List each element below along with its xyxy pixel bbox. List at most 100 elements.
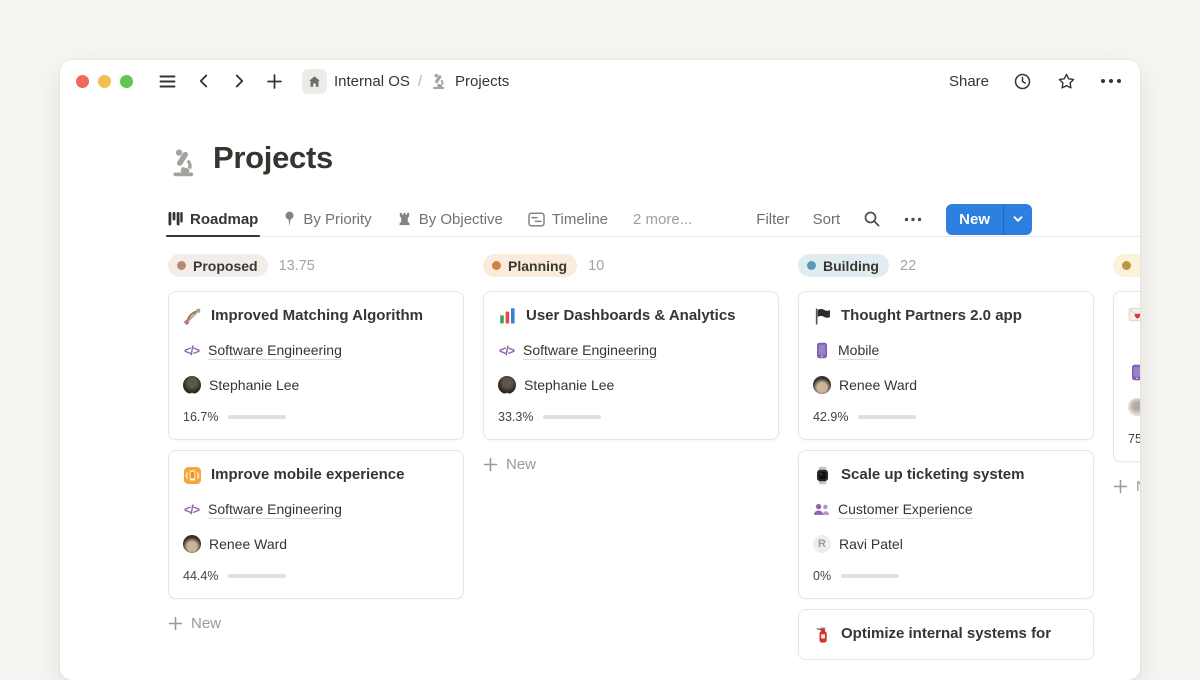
home-icon <box>307 74 322 89</box>
view-tabs: Roadmap By Priority <box>168 202 692 236</box>
project-card[interactable]: Improved Matching Algorithm </> Software… <box>168 291 464 440</box>
share-button[interactable]: Share <box>949 73 989 90</box>
bow-and-arrow-icon <box>183 307 202 326</box>
status-label: Proposed <box>193 258 258 274</box>
new-button-label[interactable]: New <box>946 204 1003 235</box>
add-card-button[interactable]: New <box>1113 478 1140 495</box>
love-letter-icon <box>1128 305 1140 324</box>
project-card[interactable]: Scale up ticketing system Customer Expe <box>798 450 1094 599</box>
column-planning: Planning 10 <box>483 254 779 660</box>
star-icon[interactable] <box>1056 71 1077 92</box>
status-label: Building <box>823 258 879 274</box>
breadcrumb: Internal OS / Projects <box>334 73 509 90</box>
avatar <box>813 376 831 394</box>
progress-value: 33.3% <box>498 410 533 424</box>
column-count: 10 <box>588 258 604 274</box>
tab-label: By Priority <box>303 211 371 228</box>
category-link[interactable]: Software Engineering <box>208 501 342 519</box>
clock-icon[interactable] <box>1012 71 1033 92</box>
ellipsis-icon[interactable] <box>1100 78 1122 84</box>
progress-bar <box>228 574 286 578</box>
page-header: Projects <box>168 136 1140 178</box>
category-link[interactable]: Software Engineering <box>523 342 657 360</box>
watch-icon <box>813 466 832 485</box>
chevron-right-icon[interactable] <box>231 73 247 89</box>
column-clipped: 75% New <box>1113 254 1140 660</box>
project-card[interactable]: User Dashboards & Analytics </> Software… <box>483 291 779 440</box>
tab-timeline[interactable]: Timeline <box>528 202 608 236</box>
avatar <box>183 376 201 394</box>
fire-extinguisher-icon <box>813 625 832 644</box>
category-link[interactable]: Customer Experience <box>838 501 973 519</box>
column-count: 22 <box>900 258 916 274</box>
hamburger-icon[interactable] <box>158 72 177 91</box>
card-title: Scale up ticketing system <box>841 464 1024 486</box>
home-button[interactable] <box>302 69 327 94</box>
progress-bar <box>841 574 899 578</box>
sort-button[interactable]: Sort <box>813 211 841 228</box>
progress-value: 16.7% <box>183 410 218 424</box>
tab-by-objective[interactable]: By Objective <box>397 202 503 236</box>
status-badge[interactable]: Planning <box>483 254 577 277</box>
chevron-left-icon[interactable] <box>196 73 212 89</box>
code-icon: </> <box>183 342 200 359</box>
card-title: Thought Partners 2.0 app <box>841 305 1022 327</box>
add-card-label: New <box>191 615 221 632</box>
filter-button[interactable]: Filter <box>756 211 789 228</box>
tab-label: By Objective <box>419 211 503 228</box>
minimize-window-button[interactable] <box>98 75 111 88</box>
people-icon <box>813 501 830 518</box>
status-badge[interactable] <box>1113 254 1140 277</box>
progress-value: 75% <box>1128 432 1140 446</box>
column-count: 13.75 <box>279 258 315 274</box>
status-badge[interactable]: Building <box>798 254 889 277</box>
microscope-icon[interactable] <box>168 148 198 178</box>
app-window: Internal OS / Projects Share <box>60 60 1140 680</box>
mobile-phone-icon <box>1128 364 1140 381</box>
progress-value: 42.9% <box>813 410 848 424</box>
status-dot <box>1122 261 1131 270</box>
project-card[interactable]: Improve mobile experience </> Software E… <box>168 450 464 599</box>
progress-bar <box>543 415 601 419</box>
project-card[interactable]: Optimize internal systems for <box>798 609 1094 660</box>
tab-roadmap[interactable]: Roadmap <box>168 202 258 236</box>
breadcrumb-workspace[interactable]: Internal OS <box>334 73 410 90</box>
progress-bar <box>858 415 916 419</box>
category-link[interactable]: Software Engineering <box>208 342 342 360</box>
view-toolbar: Roadmap By Priority <box>168 202 1140 237</box>
more-views-button[interactable]: 2 more... <box>633 211 692 228</box>
project-card[interactable]: Thought Partners 2.0 app Mobile Renee Wa… <box>798 291 1094 440</box>
person-name: Ravi Patel <box>839 536 903 552</box>
status-badge[interactable]: Proposed <box>168 254 268 277</box>
project-card[interactable]: 75% <box>1113 291 1140 462</box>
card-title: Improve mobile experience <box>211 464 404 486</box>
breadcrumb-page[interactable]: Projects <box>455 73 509 90</box>
add-card-button[interactable]: New <box>483 456 779 473</box>
code-icon: </> <box>498 342 515 359</box>
chevron-down-icon[interactable] <box>1004 204 1032 235</box>
add-card-label: New <box>1136 478 1140 495</box>
status-dot <box>807 261 816 270</box>
status-dot <box>492 261 501 270</box>
tab-label: Timeline <box>552 211 608 228</box>
progress-bar <box>228 415 286 419</box>
category-link[interactable]: Mobile <box>838 342 879 360</box>
new-button[interactable]: New <box>946 204 1032 235</box>
ellipsis-icon[interactable] <box>904 217 922 222</box>
progress-value: 44.4% <box>183 569 218 583</box>
add-card-button[interactable]: New <box>168 615 464 632</box>
kanban-board: Proposed 13.75 <box>168 254 1140 660</box>
plus-icon[interactable] <box>266 73 283 90</box>
person-name: Renee Ward <box>839 377 917 393</box>
tab-by-priority[interactable]: By Priority <box>283 202 371 236</box>
close-window-button[interactable] <box>76 75 89 88</box>
board-view-icon <box>168 211 183 227</box>
search-icon[interactable] <box>863 210 881 228</box>
window-topbar: Internal OS / Projects Share <box>60 60 1140 102</box>
avatar <box>1128 398 1140 416</box>
tab-label: Roadmap <box>190 211 258 228</box>
mobile-phone-icon <box>813 342 830 359</box>
microscope-icon <box>430 73 447 90</box>
zoom-window-button[interactable] <box>120 75 133 88</box>
page-title[interactable]: Projects <box>213 138 333 178</box>
